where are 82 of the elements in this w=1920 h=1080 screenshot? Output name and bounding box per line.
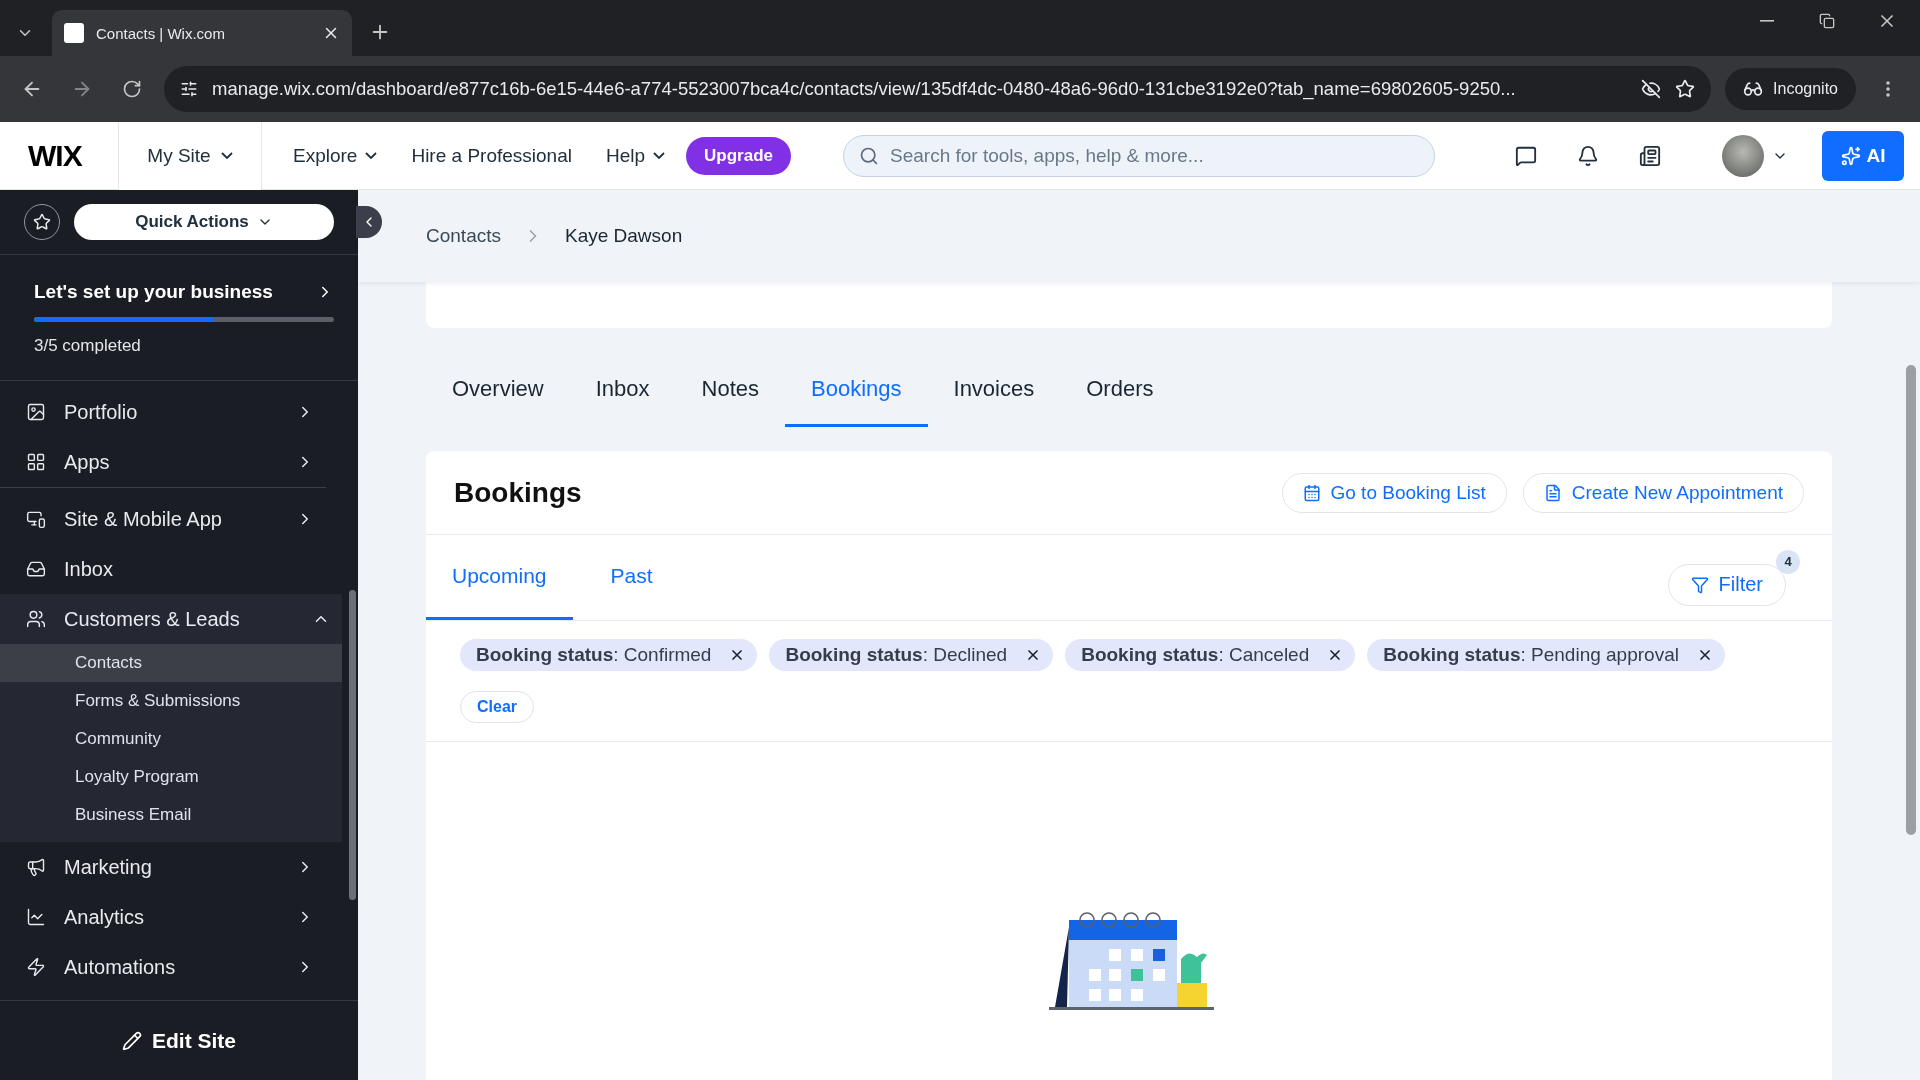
favicon-icon bbox=[64, 23, 84, 43]
search-icon bbox=[859, 145, 879, 166]
sidebar-item[interactable]: Marketing bbox=[0, 842, 326, 892]
sidebar-item-icon bbox=[26, 559, 46, 579]
nav-link[interactable]: Explore bbox=[276, 135, 395, 176]
progress-text: 3/5 completed bbox=[34, 336, 142, 356]
edit-site-button[interactable]: Edit Site bbox=[116, 1027, 242, 1054]
pencil-icon bbox=[122, 1030, 142, 1051]
glasses-icon bbox=[1743, 79, 1764, 99]
chat-bubble-icon bbox=[1515, 144, 1537, 167]
menu-icon bbox=[1886, 81, 1890, 97]
quick-actions-button[interactable]: Quick Actions bbox=[74, 204, 334, 240]
tab[interactable]: Bookings bbox=[785, 362, 928, 427]
clear-button[interactable]: Clear bbox=[460, 691, 535, 723]
bookmark-star-icon[interactable] bbox=[1675, 79, 1696, 99]
calendar-icon bbox=[1302, 483, 1321, 502]
sidebar-subitem[interactable]: Contacts bbox=[0, 644, 342, 682]
site-info-icon[interactable] bbox=[180, 80, 198, 98]
ai-button[interactable]: AI bbox=[1822, 130, 1904, 181]
sidebar-scrollbar[interactable] bbox=[349, 590, 356, 900]
sidebar-item-icon bbox=[26, 857, 46, 877]
search-field[interactable]: Search for tools, apps, help & more... bbox=[843, 134, 1435, 177]
sidebar-subitem[interactable]: Community bbox=[0, 720, 342, 758]
avatar bbox=[1722, 134, 1764, 177]
browser-tab[interactable]: Contacts | Wix.com bbox=[52, 10, 352, 56]
minimize-icon bbox=[1760, 20, 1774, 22]
tab[interactable]: Notes bbox=[675, 362, 785, 427]
sidebar-item-icon bbox=[26, 609, 46, 629]
document-icon bbox=[1543, 483, 1562, 502]
filter-count-badge: 4 bbox=[1776, 549, 1800, 574]
filter-icon bbox=[1690, 575, 1709, 594]
subtab[interactable]: Past bbox=[584, 535, 679, 620]
sidebar-item-icon bbox=[26, 402, 46, 422]
sidebar-item[interactable]: Site & Mobile App bbox=[0, 494, 326, 544]
address-bar[interactable]: manage.wix.com/dashboard/e877c16b-6e15-44e6-a774-5523007bca4c/contacts/view/135df4dc-0480-48a6-96d0-131cbe3192e0?tab_name=69802605-9250... bbox=[164, 66, 1712, 112]
filter-chip[interactable]: Booking status: Canceled bbox=[1065, 639, 1356, 671]
sidebar-item-icon bbox=[26, 452, 46, 472]
sparkles-icon bbox=[1840, 145, 1861, 166]
reload-icon bbox=[122, 79, 142, 99]
nav-link[interactable]: Hire a Professional bbox=[394, 135, 589, 176]
sidebar-subitem[interactable]: Business Email bbox=[0, 796, 342, 834]
tab[interactable]: Invoices bbox=[927, 362, 1061, 427]
setup-link[interactable]: Let's set up your business bbox=[34, 281, 334, 303]
sidebar-item-icon bbox=[26, 957, 46, 977]
tab[interactable]: Orders bbox=[1060, 362, 1180, 427]
wix-logo[interactable]: WIX bbox=[0, 138, 118, 173]
action-button[interactable]: Create New Appointment bbox=[1522, 472, 1804, 513]
breadcrumb-link[interactable]: Contacts bbox=[426, 225, 501, 247]
page-scrollbar[interactable] bbox=[1906, 365, 1916, 835]
sidebar-item[interactable]: Portfolio bbox=[0, 387, 326, 437]
sidebar-item[interactable]: Customers & Leads bbox=[0, 594, 342, 644]
site-menu[interactable]: My Site bbox=[118, 121, 262, 190]
sidebar-item[interactable]: Automations bbox=[0, 942, 326, 992]
action-button[interactable]: Go to Booking List bbox=[1281, 472, 1507, 513]
restore-icon bbox=[1819, 13, 1835, 29]
filter-chip[interactable]: Booking status: Confirmed bbox=[460, 639, 758, 671]
card-title: Bookings bbox=[454, 476, 583, 509]
collapse-sidebar-button[interactable] bbox=[356, 206, 382, 238]
sidebar-item[interactable]: Apps bbox=[0, 437, 326, 487]
subtab[interactable]: Upcoming bbox=[426, 535, 573, 620]
chevron-down-icon bbox=[653, 152, 666, 159]
filter-chip[interactable]: Booking status: Declined bbox=[769, 639, 1054, 671]
sidebar-subitem[interactable]: Forms & Submissions bbox=[0, 682, 342, 720]
filter-button[interactable]: Filter bbox=[1667, 563, 1786, 606]
chevron-down-icon bbox=[365, 152, 378, 159]
eye-off-icon[interactable] bbox=[1641, 79, 1662, 99]
sidebar-item-icon bbox=[26, 907, 46, 927]
incognito-button[interactable]: Incognito bbox=[1725, 68, 1856, 110]
tab[interactable]: Overview bbox=[426, 362, 570, 427]
filter-chip[interactable]: Booking status: Pending approval bbox=[1367, 639, 1725, 671]
sidebar-item-icon bbox=[26, 509, 46, 529]
tab[interactable]: Inbox bbox=[569, 362, 676, 427]
star-icon bbox=[33, 213, 51, 231]
breadcrumb-link[interactable]: Kaye Dawson bbox=[565, 225, 683, 247]
upgrade-button[interactable]: Upgrade bbox=[686, 136, 791, 175]
newspaper-drawing-icon bbox=[1639, 144, 1661, 167]
sidebar-item[interactable]: Analytics bbox=[0, 892, 326, 942]
sidebar-subitem[interactable]: Loyalty Program bbox=[0, 758, 342, 796]
chevron-down-icon bbox=[220, 152, 233, 159]
nav-link[interactable]: Help bbox=[588, 135, 683, 176]
sidebar-item[interactable]: Inbox bbox=[0, 544, 326, 594]
bell-icon bbox=[1577, 144, 1599, 167]
